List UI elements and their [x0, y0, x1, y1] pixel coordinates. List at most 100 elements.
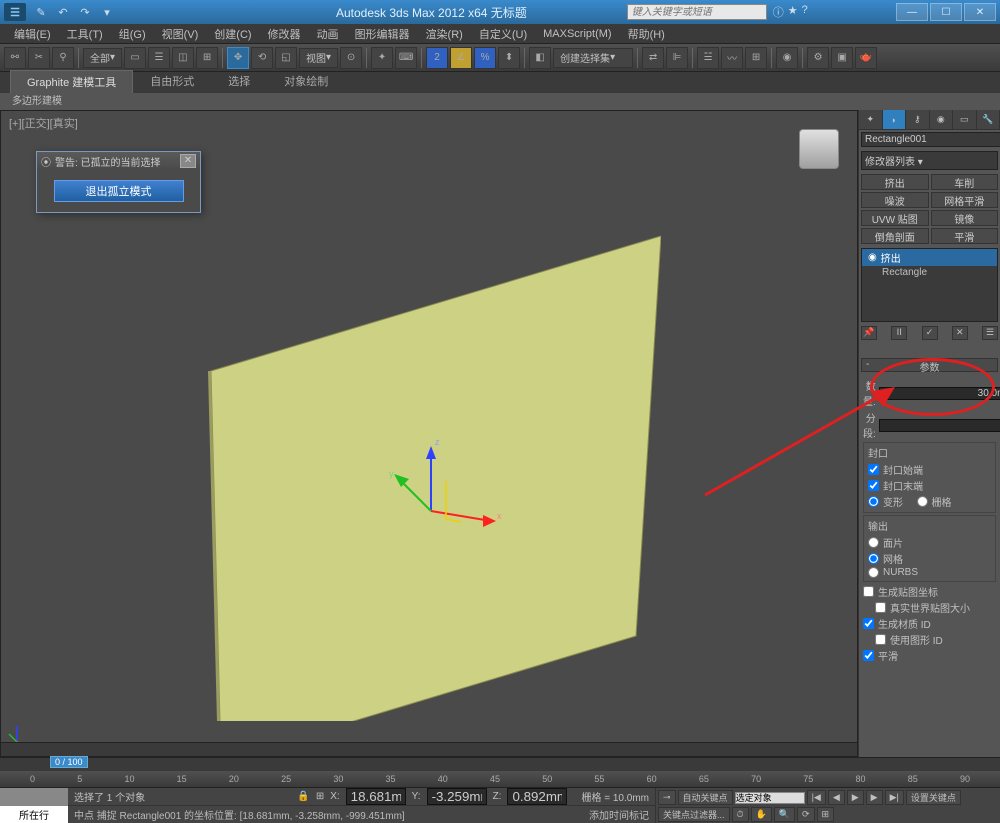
- qat-dropdown-icon[interactable]: ▾: [98, 4, 116, 20]
- menu-customize[interactable]: 自定义(U): [471, 26, 535, 42]
- manipulate-icon[interactable]: ✦: [371, 47, 393, 69]
- key-icon[interactable]: ⊸: [658, 790, 676, 805]
- scale-icon[interactable]: ◱: [275, 47, 297, 69]
- cap-start-checkbox[interactable]: [868, 464, 879, 475]
- tab-graphite[interactable]: Graphite 建模工具: [10, 70, 133, 93]
- named-sel-icon[interactable]: ◧: [529, 47, 551, 69]
- selection-filter-dropdown[interactable]: 全部 ▾: [83, 48, 122, 68]
- menu-animation[interactable]: 动画: [309, 26, 347, 42]
- dialog-close-button[interactable]: ✕: [180, 154, 196, 168]
- view-cube[interactable]: [789, 119, 849, 179]
- rollout-parameters-header[interactable]: 参数: [861, 358, 998, 372]
- link-icon[interactable]: ⚯: [4, 47, 26, 69]
- menu-edit[interactable]: 编辑(E): [6, 26, 59, 42]
- prev-frame-icon[interactable]: ◀: [828, 790, 845, 805]
- move-icon[interactable]: ✥: [227, 47, 249, 69]
- minimize-button[interactable]: —: [896, 3, 928, 21]
- layers-icon[interactable]: ☱: [697, 47, 719, 69]
- cmd-tab-hierarchy-icon[interactable]: ⚷: [906, 110, 930, 129]
- key-filters-button[interactable]: 关键点过滤器...: [658, 807, 730, 822]
- menu-grapheditors[interactable]: 图形编辑器: [347, 26, 418, 42]
- menu-create[interactable]: 创建(C): [206, 26, 259, 42]
- scene-object-plane[interactable]: z x y: [191, 231, 661, 721]
- pan-icon[interactable]: ✋: [751, 807, 772, 822]
- use-shape-checkbox[interactable]: [875, 634, 886, 645]
- time-slider-thumb[interactable]: 0 / 100: [50, 756, 88, 768]
- window-crossing-icon[interactable]: ⊞: [196, 47, 218, 69]
- add-time-tag[interactable]: 添加时间标记: [589, 807, 649, 822]
- close-button[interactable]: ✕: [964, 3, 996, 21]
- object-name-field[interactable]: [861, 132, 1000, 147]
- render-icon[interactable]: 🫖: [855, 47, 877, 69]
- menu-views[interactable]: 视图(V): [154, 26, 207, 42]
- ref-coord-dropdown[interactable]: 视图 ▾: [299, 48, 338, 68]
- maximize-button[interactable]: ☐: [930, 3, 962, 21]
- coord-y-field[interactable]: [427, 788, 487, 805]
- coord-x-field[interactable]: [346, 788, 406, 805]
- schematic-icon[interactable]: ⊞: [745, 47, 767, 69]
- morph-radio[interactable]: [868, 496, 879, 507]
- menu-tools[interactable]: 工具(T): [59, 26, 111, 42]
- keyboard-shortcut-icon[interactable]: ⌨: [395, 47, 417, 69]
- time-config-icon[interactable]: ⏱: [732, 807, 749, 822]
- mod-btn-smooth[interactable]: 平滑: [931, 228, 999, 244]
- cmd-tab-motion-icon[interactable]: ◉: [930, 110, 954, 129]
- menu-group[interactable]: 组(G): [111, 26, 154, 42]
- cmd-tab-create-icon[interactable]: ✦: [859, 110, 883, 129]
- mod-btn-noise[interactable]: 噪波: [861, 192, 929, 208]
- spinner-snap-icon[interactable]: ⬍: [498, 47, 520, 69]
- viewport-scrollbar[interactable]: [1, 742, 857, 756]
- stack-item-rectangle[interactable]: Rectangle: [862, 266, 997, 279]
- command-line-label[interactable]: 所在行: [0, 806, 68, 823]
- snap-angle-icon[interactable]: ∠: [450, 47, 472, 69]
- mod-btn-mirror[interactable]: 镜像: [931, 210, 999, 226]
- mesh-radio[interactable]: [868, 553, 879, 564]
- redo-icon[interactable]: ↷: [76, 4, 94, 20]
- infocenter-icon[interactable]: ⓘ: [773, 4, 784, 20]
- grid-radio[interactable]: [917, 496, 928, 507]
- modifier-stack[interactable]: ◉ 挤出 Rectangle: [861, 248, 998, 322]
- menu-help[interactable]: 帮助(H): [620, 26, 673, 42]
- select-region-icon[interactable]: ◫: [172, 47, 194, 69]
- smooth-checkbox[interactable]: [863, 650, 874, 661]
- lock-icon[interactable]: 🔒: [297, 791, 309, 802]
- curve-editor-icon[interactable]: 〰: [721, 47, 743, 69]
- track-bar[interactable]: 0 5 10 15 20 25 30 35 40 45 50 55 60 65 …: [0, 771, 1000, 787]
- cap-end-checkbox[interactable]: [868, 480, 879, 491]
- remove-mod-icon[interactable]: ✕: [952, 326, 968, 340]
- undo-icon[interactable]: ↶: [54, 4, 72, 20]
- help-icon[interactable]: ?: [802, 4, 808, 20]
- menu-modifiers[interactable]: 修改器: [260, 26, 309, 42]
- material-editor-icon[interactable]: ◉: [776, 47, 798, 69]
- rendered-frame-icon[interactable]: ▣: [831, 47, 853, 69]
- time-slider[interactable]: 0 / 100: [0, 757, 1000, 771]
- bulb-icon[interactable]: ◉: [868, 252, 877, 263]
- next-key-icon[interactable]: ▶|: [885, 790, 904, 805]
- selected-obj-field[interactable]: [735, 792, 805, 804]
- help-search-input[interactable]: [627, 4, 767, 20]
- new-icon[interactable]: ✎: [32, 4, 50, 20]
- play-icon[interactable]: ▶: [847, 790, 864, 805]
- cmd-tab-modify-icon[interactable]: ◗: [883, 110, 907, 129]
- orbit-icon[interactable]: ⟳: [797, 807, 815, 822]
- cmd-tab-display-icon[interactable]: ▭: [953, 110, 977, 129]
- app-logo[interactable]: ☰: [4, 3, 26, 21]
- modifier-list-dropdown[interactable]: 修改器列表 ▾: [861, 151, 998, 170]
- unique-icon[interactable]: ✓: [922, 326, 938, 340]
- nurbs-radio[interactable]: [868, 567, 879, 578]
- menu-rendering[interactable]: 渲染(R): [418, 26, 471, 42]
- bind-icon[interactable]: ⚲: [52, 47, 74, 69]
- configure-sets-icon[interactable]: ☰: [982, 326, 998, 340]
- favorite-icon[interactable]: ★: [788, 4, 798, 20]
- tab-selection[interactable]: 选择: [211, 69, 267, 93]
- snap-2d-icon[interactable]: 2: [426, 47, 448, 69]
- viewport-label[interactable]: [+][正交][真实]: [9, 115, 78, 131]
- stack-item-extrude[interactable]: ◉ 挤出: [862, 249, 997, 266]
- select-icon[interactable]: ▭: [124, 47, 146, 69]
- mirror-icon[interactable]: ⇄: [642, 47, 664, 69]
- tab-freeform[interactable]: 自由形式: [133, 69, 211, 93]
- pin-stack-icon[interactable]: 📌: [861, 326, 877, 340]
- named-selection-dropdown[interactable]: 创建选择集 ▾: [553, 48, 633, 68]
- zoom-icon[interactable]: 🔍: [774, 807, 795, 822]
- mod-btn-extrude[interactable]: 挤出: [861, 174, 929, 190]
